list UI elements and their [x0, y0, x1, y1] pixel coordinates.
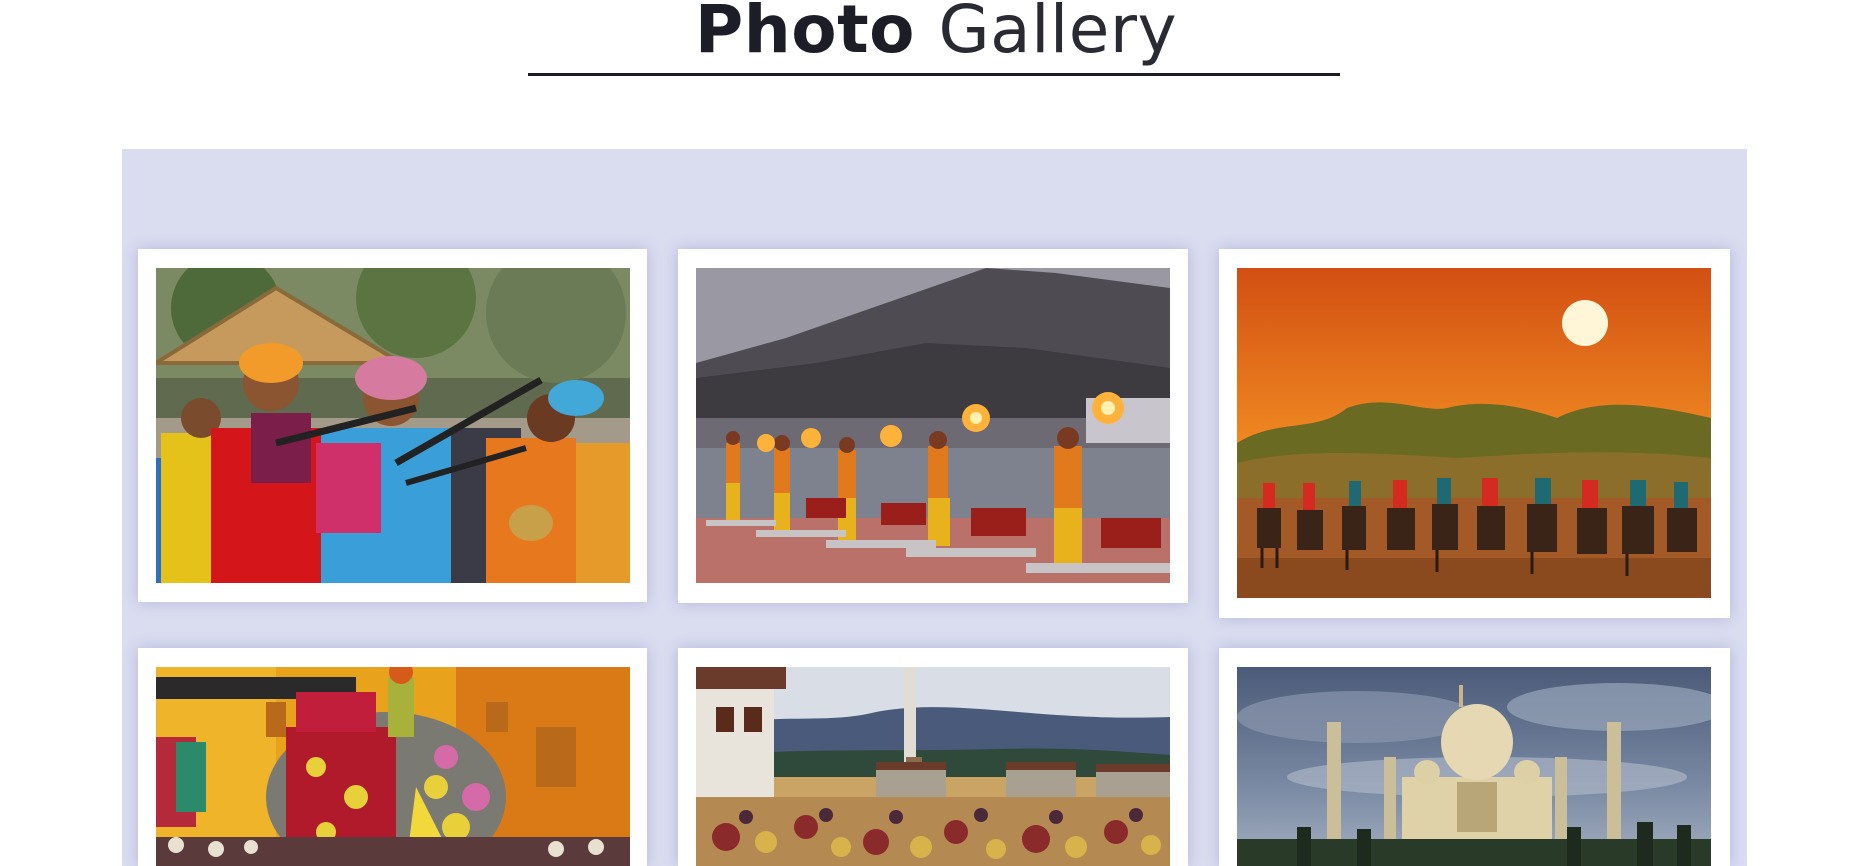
- gallery-card-monastery-festival[interactable]: [678, 648, 1188, 866]
- photo-horse-riders[interactable]: [1237, 268, 1711, 598]
- photo-elephant-festival[interactable]: [156, 667, 630, 866]
- title-light: Gallery: [938, 0, 1178, 68]
- page: Photo Gallery: [0, 0, 1872, 866]
- photo-taj-mahal[interactable]: [1237, 667, 1711, 866]
- gallery-card-river-ceremony[interactable]: [678, 249, 1188, 603]
- gallery-card-taj-mahal[interactable]: [1219, 648, 1730, 866]
- title-underline: [528, 73, 1340, 76]
- gallery-card-horse-riders[interactable]: [1219, 249, 1730, 618]
- photo-musicians[interactable]: [156, 268, 630, 583]
- page-title: Photo Gallery: [0, 0, 1872, 72]
- gallery-card-elephant-festival[interactable]: [138, 648, 647, 866]
- photo-river-ceremony[interactable]: [696, 268, 1170, 583]
- photo-monastery-festival[interactable]: [696, 667, 1170, 866]
- gallery-card-musicians[interactable]: [138, 249, 647, 602]
- title-bold: Photo: [694, 0, 916, 68]
